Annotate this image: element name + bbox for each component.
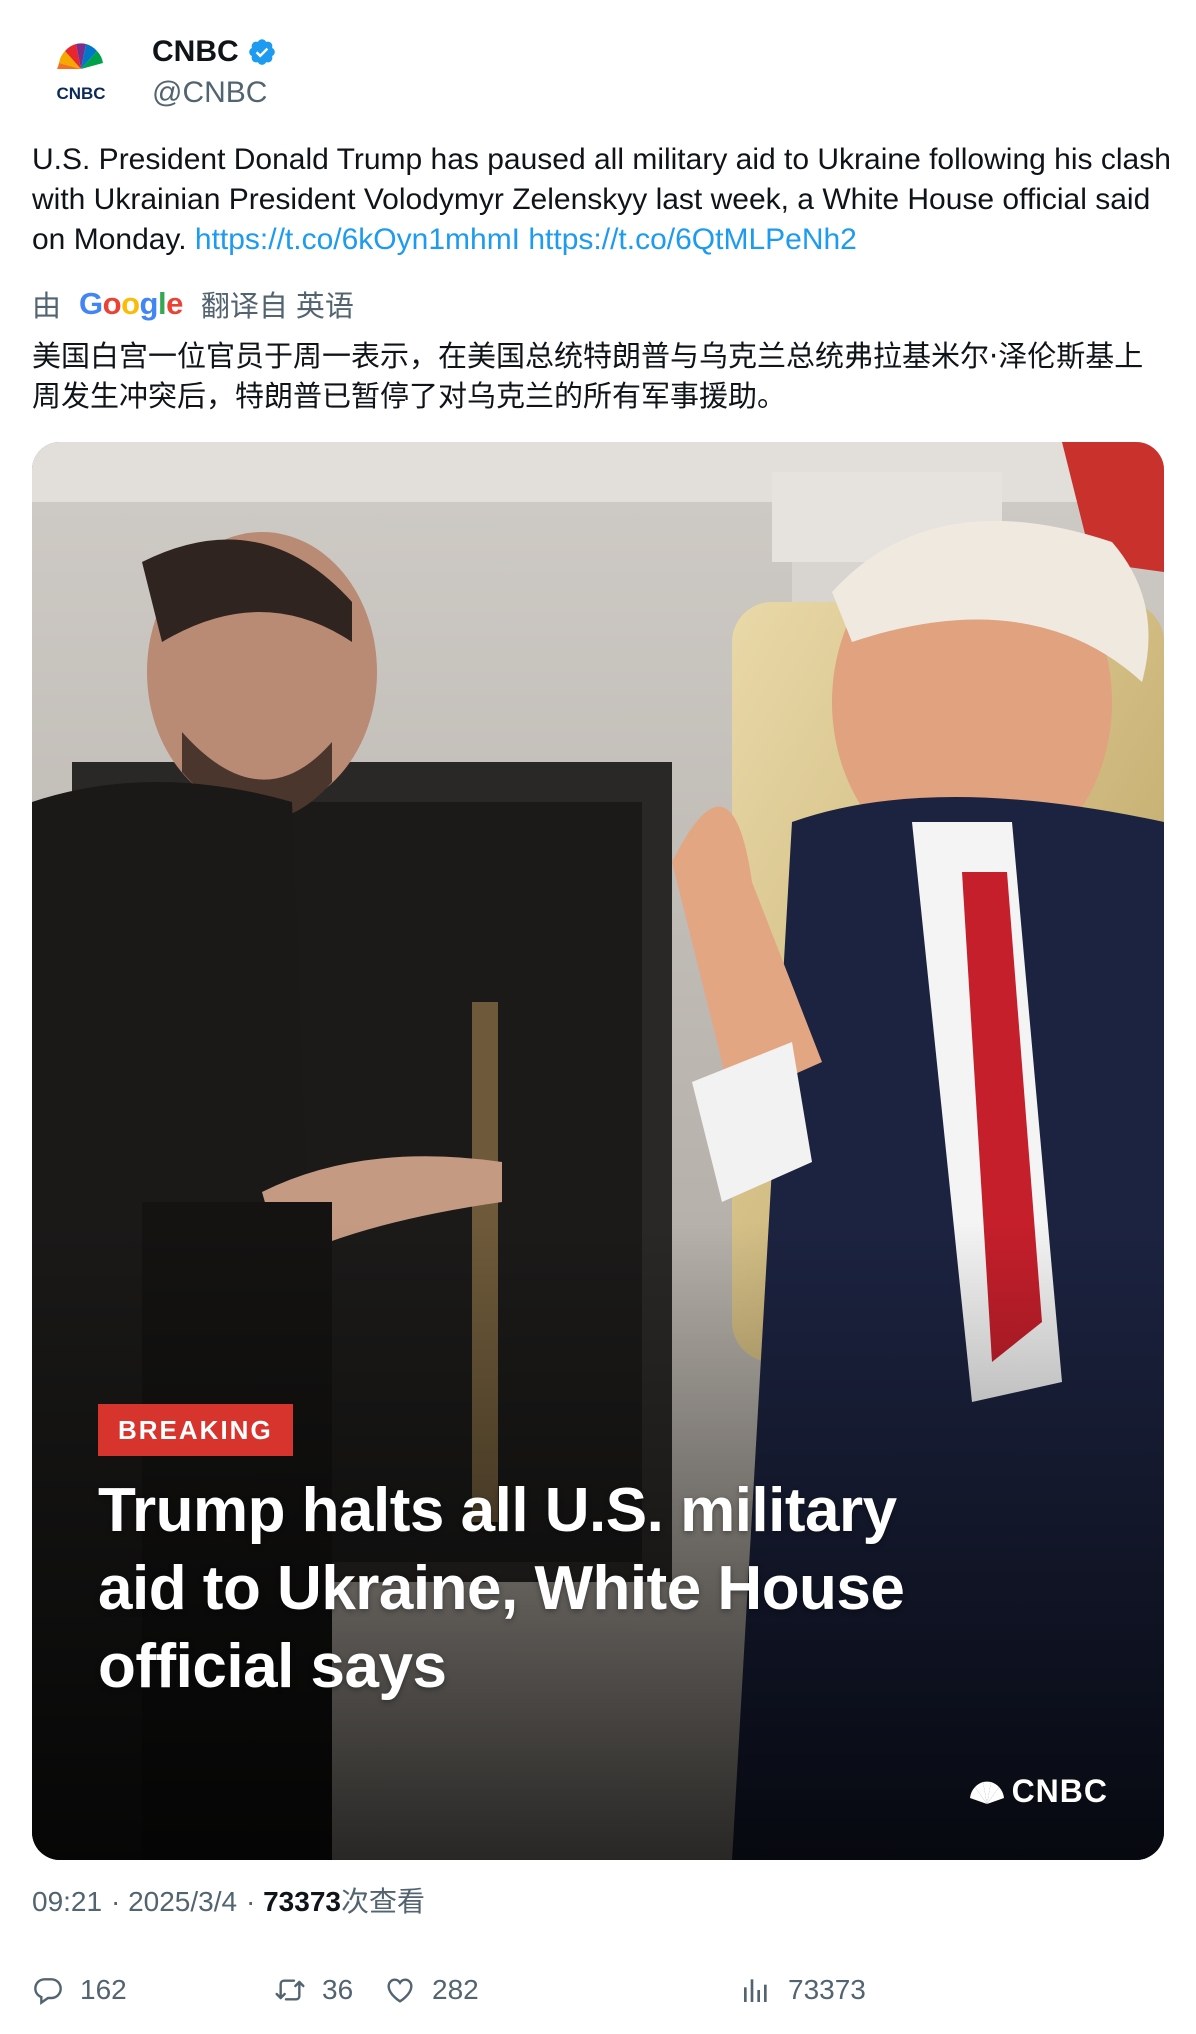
reply-count: 162 [80, 1974, 127, 2005]
avatar[interactable]: CNBC [32, 24, 130, 122]
reply-icon [34, 1978, 62, 2005]
verified-badge-icon [248, 39, 275, 65]
action-bar: 162 36 282 73373 [32, 1968, 1172, 2012]
brand-text: CNBC [1011, 1773, 1108, 1809]
view-count-label: 次查看 [340, 1885, 425, 1918]
account-handle[interactable]: @CNBC [152, 73, 277, 113]
view-count: 73373 [263, 1886, 341, 1917]
display-name[interactable]: CNBC [152, 33, 239, 71]
translation-suffix: 翻译自 英语 [200, 291, 354, 323]
tweet-meta: 09:21 · 2025/3/4 · 73373次查看 [32, 1885, 425, 1918]
name-block: CNBC @CNBC [152, 33, 277, 113]
analytics-icon [744, 1979, 767, 2002]
heart-icon [387, 1978, 413, 2003]
tweet-text: U.S. President Donald Trump has paused a… [32, 140, 1172, 260]
views-count: 73373 [788, 1974, 866, 2005]
tweet-link-2[interactable]: https://t.co/6QtMLPeNh2 [528, 223, 857, 256]
translated-text: 美国白宫一位官员于周一表示，在美国总统特朗普与乌克兰总统弗拉基米尔·泽伦斯基上周… [32, 339, 1144, 413]
tweet-date[interactable]: 2025/3/4 [128, 1886, 237, 1917]
tweet-media-image[interactable]: BREAKING Trump halts all U.S. military a… [32, 442, 1164, 1860]
tweet-link-1[interactable]: https://t.co/6kOyn1mhmI [195, 223, 520, 256]
retweet-button[interactable]: 36 [274, 1968, 353, 2012]
views-button[interactable]: 73373 [740, 1968, 866, 2012]
google-logo: Google [79, 286, 183, 321]
translation-attribution[interactable]: 由 Google 翻译自 英语 [32, 284, 354, 324]
peacock-icon [969, 1781, 1004, 1804]
like-count: 282 [432, 1974, 479, 2005]
svg-text:CNBC: CNBC [56, 84, 105, 103]
tweet-time[interactable]: 09:21 [32, 1886, 102, 1917]
tweet-page: CNBC CNBC @CNBC U.S. President Donald Tr… [0, 0, 1196, 2034]
cnbc-brand-mark: CNBC [966, 1773, 1108, 1810]
retweet-icon [275, 1979, 305, 2001]
tweet-header: CNBC CNBC @CNBC [32, 18, 277, 128]
reply-button[interactable]: 162 [32, 1968, 127, 2012]
translation-prefix: 由 [32, 291, 62, 323]
cnbc-peacock-logo-icon: CNBC [56, 43, 106, 103]
retweet-count: 36 [322, 1974, 354, 2005]
breaking-badge: BREAKING [98, 1404, 293, 1456]
like-button[interactable]: 282 [384, 1968, 479, 2012]
media-headline: Trump halts all U.S. military aid to Ukr… [98, 1476, 905, 1701]
